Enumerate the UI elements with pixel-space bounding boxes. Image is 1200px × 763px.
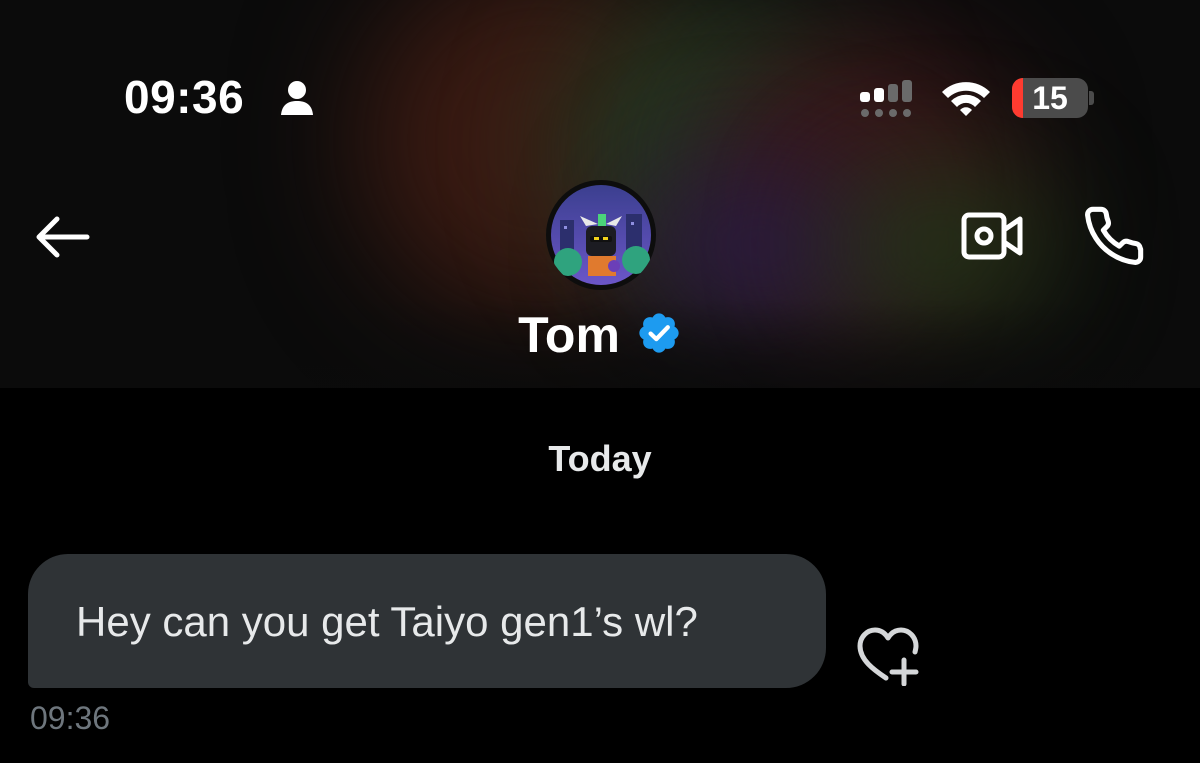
back-arrow-icon [36,216,90,258]
phone-icon [1085,206,1144,265]
contact-name: Tom [518,307,620,363]
video-camera-icon [961,212,1023,260]
contact-avatar[interactable] [546,180,656,290]
day-separator: Today [548,438,652,479]
verified-badge-icon [639,313,679,353]
battery-icon: 15 [1012,78,1088,118]
voice-call-button[interactable] [1078,200,1150,272]
react-button[interactable] [852,622,924,687]
heart-plus-icon [857,627,919,687]
battery-tip [1089,91,1094,105]
avatar-image [551,185,651,285]
signal-icon [860,80,912,117]
wifi-icon [942,82,990,116]
battery-level: 15 [1032,80,1068,116]
message-text: Hey can you get Taiyo gen1’s wl? [76,598,698,645]
message-bubble[interactable]: Hey can you get Taiyo gen1’s wl? [28,554,826,688]
video-call-button[interactable] [956,204,1028,268]
message-timestamp: 09:36 [30,700,111,736]
back-button[interactable] [30,210,94,264]
person-icon [281,81,313,115]
contact-title: Tom [0,306,1200,364]
status-bar-time: 09:36 [124,71,245,123]
